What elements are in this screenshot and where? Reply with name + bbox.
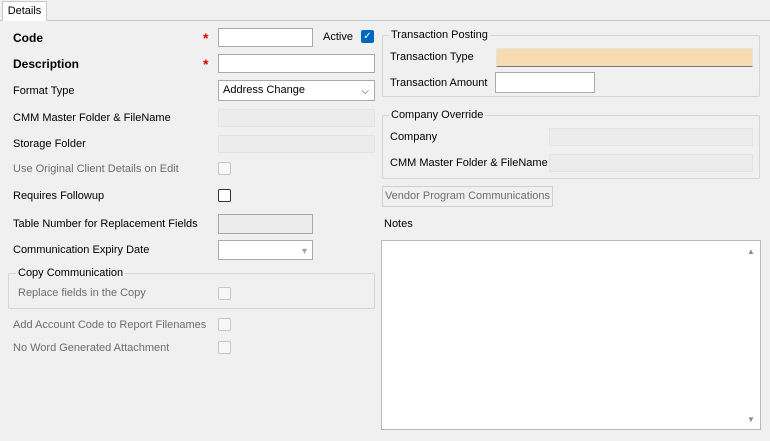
company-cmm-folder-field (549, 154, 753, 172)
company-override-title: Company Override (389, 109, 486, 121)
active-checkbox[interactable]: ✓ (361, 30, 374, 43)
transaction-posting-title: Transaction Posting (389, 29, 490, 41)
no-word-label: No Word Generated Attachment (13, 342, 170, 354)
table-number-field (218, 214, 313, 234)
transaction-type-field[interactable] (496, 48, 753, 67)
description-required-marker: * (203, 56, 209, 72)
cmm-folder-field (218, 109, 375, 127)
code-required-marker: * (203, 30, 209, 46)
replace-fields-label: Replace fields in the Copy (18, 287, 146, 299)
requires-followup-checkbox[interactable] (218, 189, 231, 202)
description-input[interactable] (218, 54, 375, 73)
table-number-label: Table Number for Replacement Fields (13, 218, 198, 230)
storage-folder-field (218, 135, 375, 153)
format-type-label: Format Type (13, 85, 75, 97)
company-field (549, 128, 753, 146)
add-account-checkbox[interactable] (218, 318, 231, 331)
notes-textarea[interactable]: ▲ ▼ (381, 240, 761, 430)
no-word-checkbox[interactable] (218, 341, 231, 354)
dropdown-arrow-icon: ▾ (301, 246, 307, 257)
expiry-date-label: Communication Expiry Date (13, 244, 150, 256)
format-type-value: Address Change (223, 84, 305, 96)
cmm-folder-label: CMM Master Folder & FileName (13, 112, 171, 124)
add-account-label: Add Account Code to Report Filenames (13, 319, 207, 331)
description-label: Description (13, 57, 80, 71)
code-input[interactable] (218, 28, 313, 47)
use-original-label: Use Original Client Details on Edit (13, 163, 179, 175)
notes-label: Notes (384, 218, 413, 230)
company-cmm-folder-label: CMM Master Folder & FileName (390, 157, 548, 169)
scroll-up-icon[interactable]: ▲ (747, 247, 755, 256)
copy-communication-title: Copy Communication (16, 267, 126, 279)
transaction-amount-label: Transaction Amount (390, 77, 488, 89)
company-label: Company (390, 131, 438, 143)
scroll-down-icon[interactable]: ▼ (747, 415, 755, 424)
requires-followup-label: Requires Followup (13, 190, 105, 202)
replace-fields-checkbox[interactable] (218, 287, 231, 300)
check-icon: ✓ (363, 31, 372, 42)
active-label: Active (323, 31, 353, 43)
code-label: Code (13, 31, 43, 45)
vendor-program-communications-button[interactable]: Vendor Program Communications (382, 186, 553, 207)
format-type-select[interactable]: Address Change ⌵ (218, 80, 375, 101)
transaction-amount-input[interactable] (495, 72, 595, 93)
use-original-checkbox[interactable] (218, 162, 231, 175)
notes-scrollbar[interactable]: ▲ ▼ (743, 241, 760, 429)
expiry-date-picker[interactable]: ▾ (218, 240, 313, 260)
transaction-type-label: Transaction Type (390, 51, 474, 63)
storage-folder-label: Storage Folder (13, 138, 86, 150)
tab-details[interactable]: Details (2, 1, 47, 21)
chevron-down-icon: ⌵ (361, 86, 369, 97)
